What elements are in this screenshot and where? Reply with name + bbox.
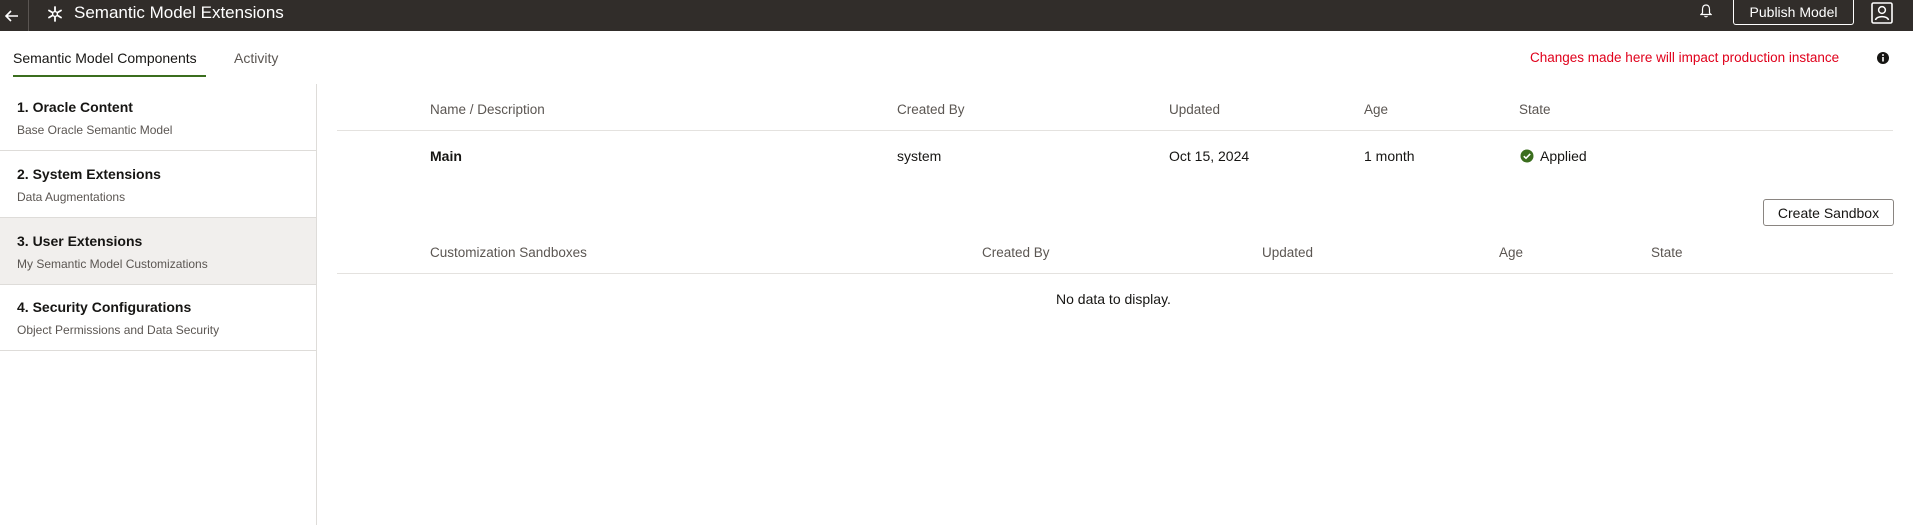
check-circle-icon xyxy=(1520,149,1534,163)
sidebar-item-title: 3. User Extensions xyxy=(17,233,143,249)
table-divider xyxy=(337,130,1893,131)
column-header-updated: Updated xyxy=(1169,102,1221,117)
row-state: Applied xyxy=(1520,147,1587,165)
sidebar: 1. Oracle Content Base Oracle Semantic M… xyxy=(0,84,317,525)
table-divider xyxy=(337,273,1893,274)
sidebar-item-system-extensions[interactable]: 2. System Extensions Data Augmentations xyxy=(0,151,316,218)
back-arrow-icon xyxy=(5,9,18,22)
app-header: Semantic Model Extensions Publish Model xyxy=(0,0,1913,31)
sidebar-item-subtitle: My Semantic Model Customizations xyxy=(17,257,208,271)
back-button[interactable] xyxy=(0,0,24,31)
row-updated: Oct 15, 2024 xyxy=(1169,148,1250,164)
production-warning: Changes made here will impact production… xyxy=(1530,50,1840,65)
column-header-created-by: Created By xyxy=(897,102,965,117)
app-title: Semantic Model Extensions xyxy=(74,3,284,22)
selected-tab-indicator xyxy=(13,75,206,77)
user-profile-icon xyxy=(1871,1,1893,24)
column-header-updated: Updated xyxy=(1262,245,1314,260)
state-label: Applied xyxy=(1540,148,1587,164)
bell-icon[interactable] xyxy=(1697,2,1715,20)
sidebar-item-title: 1. Oracle Content xyxy=(17,99,133,115)
row-created-by: system xyxy=(897,148,942,164)
snowflake-icon xyxy=(44,3,66,25)
sidebar-item-title: 4. Security Configurations xyxy=(17,299,192,315)
column-header-age: Age xyxy=(1499,245,1524,260)
column-header-created-by: Created By xyxy=(982,245,1050,260)
info-icon[interactable] xyxy=(1876,51,1890,65)
column-header-age: Age xyxy=(1364,102,1389,117)
sidebar-item-user-extensions[interactable]: 3. User Extensions My Semantic Model Cus… xyxy=(0,218,316,285)
sidebar-item-title: 2. System Extensions xyxy=(17,166,161,182)
sidebar-item-security-configurations[interactable]: 4. Security Configurations Object Permis… xyxy=(0,284,316,351)
column-header-customization-sandboxes: Customization Sandboxes xyxy=(430,245,587,260)
publish-model-button[interactable]: Publish Model xyxy=(1733,0,1854,25)
create-sandbox-button[interactable]: Create Sandbox xyxy=(1763,199,1894,226)
row-age: 1 month xyxy=(1364,148,1415,164)
sidebar-item-subtitle: Data Augmentations xyxy=(17,190,126,204)
sidebar-item-oracle-content[interactable]: 1. Oracle Content Base Oracle Semantic M… xyxy=(0,84,316,151)
sidebar-item-subtitle: Object Permissions and Data Security xyxy=(17,323,220,337)
tab-semantic-model-components[interactable]: Semantic Model Components xyxy=(13,49,197,67)
row-name[interactable]: Main xyxy=(430,147,462,165)
header-divider xyxy=(28,0,29,31)
user-profile-button[interactable] xyxy=(1866,0,1898,25)
column-header-state: State xyxy=(1519,102,1551,117)
column-header-state: State xyxy=(1651,245,1683,260)
column-header-name: Name / Description xyxy=(430,102,545,117)
sidebar-item-subtitle: Base Oracle Semantic Model xyxy=(17,123,173,137)
empty-table-message: No data to display. xyxy=(1056,291,1171,307)
tab-activity[interactable]: Activity xyxy=(234,49,278,67)
